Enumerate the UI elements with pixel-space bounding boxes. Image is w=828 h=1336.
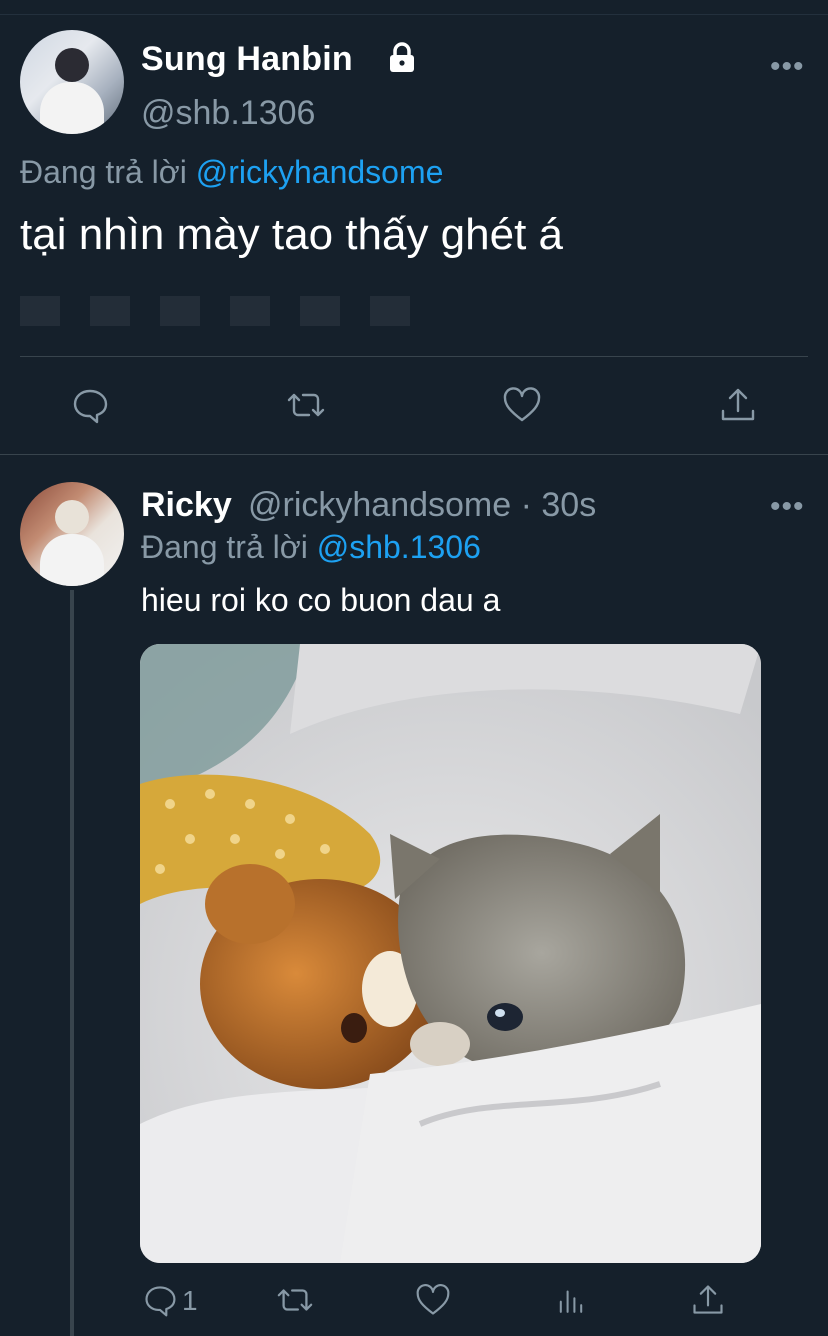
avatar-ricky[interactable] <box>20 482 124 586</box>
retweet-icon[interactable] <box>276 1280 314 1320</box>
avatar-head <box>55 48 89 82</box>
avatar-body <box>40 534 104 586</box>
reply-icon[interactable] <box>70 385 110 425</box>
reply-count: 1 <box>182 1285 198 1316</box>
author-name[interactable]: Sung Hanbin <box>141 40 353 79</box>
replying-prefix: Đang trả lời <box>20 154 187 190</box>
tweet-text: hieu roi ko co buon dau a <box>141 582 501 618</box>
tweet-separator <box>0 454 828 455</box>
share-icon[interactable] <box>690 1280 726 1320</box>
top-edge <box>0 0 828 15</box>
lock-icon <box>390 42 414 72</box>
author-handle[interactable]: @shb.1306 <box>141 94 315 133</box>
tweet-media-image[interactable] <box>140 644 761 1263</box>
divider <box>20 356 808 357</box>
author-handle-time[interactable]: @rickyhandsome · 30s <box>248 486 596 525</box>
avatar-sung-hanbin[interactable] <box>20 30 124 134</box>
tweet-text: tại nhìn mày tao thấy ghét á <box>20 210 564 259</box>
retweet-icon[interactable] <box>286 385 326 425</box>
more-icon[interactable]: ••• <box>770 50 805 84</box>
replying-to: Đang trả lời @rickyhandsome <box>20 154 443 191</box>
like-icon[interactable] <box>502 385 542 425</box>
replying-prefix: Đang trả lời <box>141 529 308 565</box>
faint-placeholder-line <box>20 296 410 326</box>
replying-to: Đang trả lời @shb.1306 <box>141 529 481 566</box>
share-icon[interactable] <box>718 385 758 425</box>
replying-mention-link[interactable]: @shb.1306 <box>317 529 481 565</box>
crying-cat-image <box>140 644 761 1263</box>
reply-icon[interactable] <box>142 1280 178 1320</box>
replying-mention-link[interactable]: @rickyhandsome <box>196 154 444 190</box>
like-icon[interactable] <box>415 1280 451 1320</box>
author-name[interactable]: Ricky <box>141 486 232 525</box>
thread-line <box>70 590 74 1336</box>
avatar-body <box>40 82 104 134</box>
analytics-icon[interactable] <box>554 1280 588 1320</box>
more-icon[interactable]: ••• <box>770 490 805 524</box>
avatar-head <box>55 500 89 534</box>
